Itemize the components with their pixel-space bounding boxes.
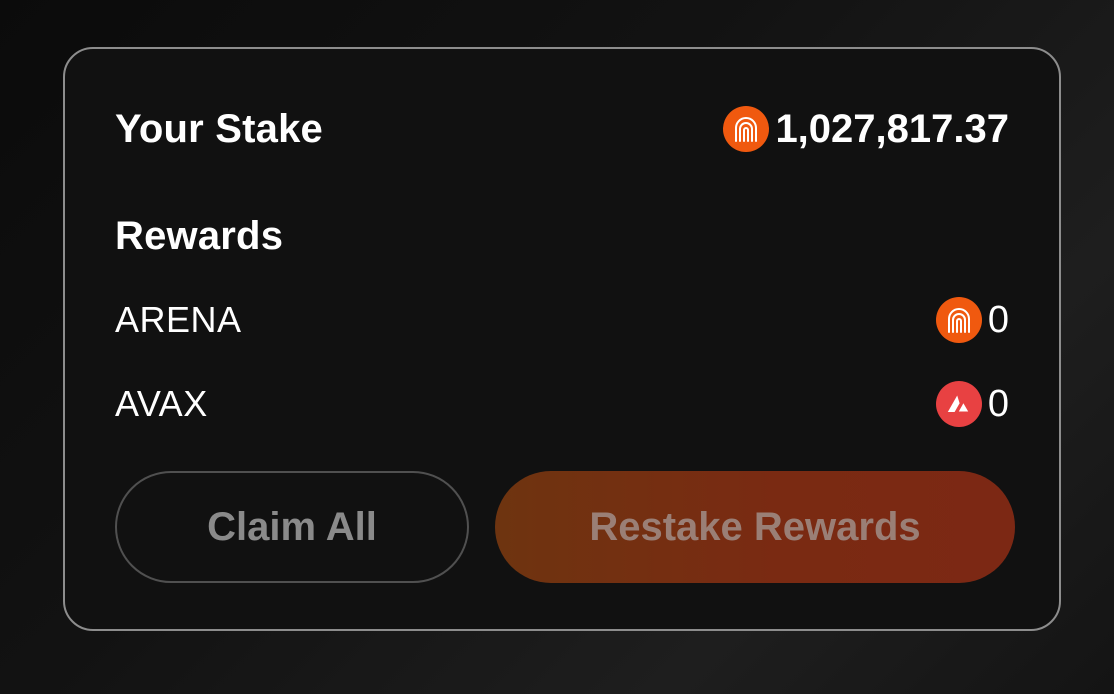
reward-value-group: 0 (935, 297, 1009, 343)
reward-value-group: 0 (935, 381, 1009, 427)
your-stake-value-group: 1,027,817.37 (723, 106, 1009, 152)
your-stake-amount: 1,027,817.37 (775, 106, 1009, 151)
reward-token-name: AVAX (115, 383, 208, 424)
reward-amount: 0 (987, 382, 1009, 425)
your-stake-row: Your Stake 1,027,817.37 (115, 101, 1009, 157)
avax-token-icon (935, 381, 982, 427)
rewards-heading: Rewards (115, 213, 284, 258)
reward-amount: 0 (987, 298, 1009, 341)
rewards-heading-row: Rewards (115, 211, 1009, 261)
claim-all-button[interactable]: Claim All (115, 471, 469, 583)
reward-token-name: ARENA (115, 299, 242, 340)
your-stake-label: Your Stake (115, 106, 323, 151)
reward-row-arena: ARENA 0 (115, 297, 1009, 343)
arena-token-icon (723, 106, 770, 152)
arena-token-icon (935, 297, 982, 343)
reward-row-avax: AVAX 0 (115, 381, 1009, 427)
staking-card: Your Stake 1,027,817.37 Rewards ARENA 0 … (63, 47, 1061, 631)
restake-rewards-button[interactable]: Restake Rewards (495, 471, 1015, 583)
